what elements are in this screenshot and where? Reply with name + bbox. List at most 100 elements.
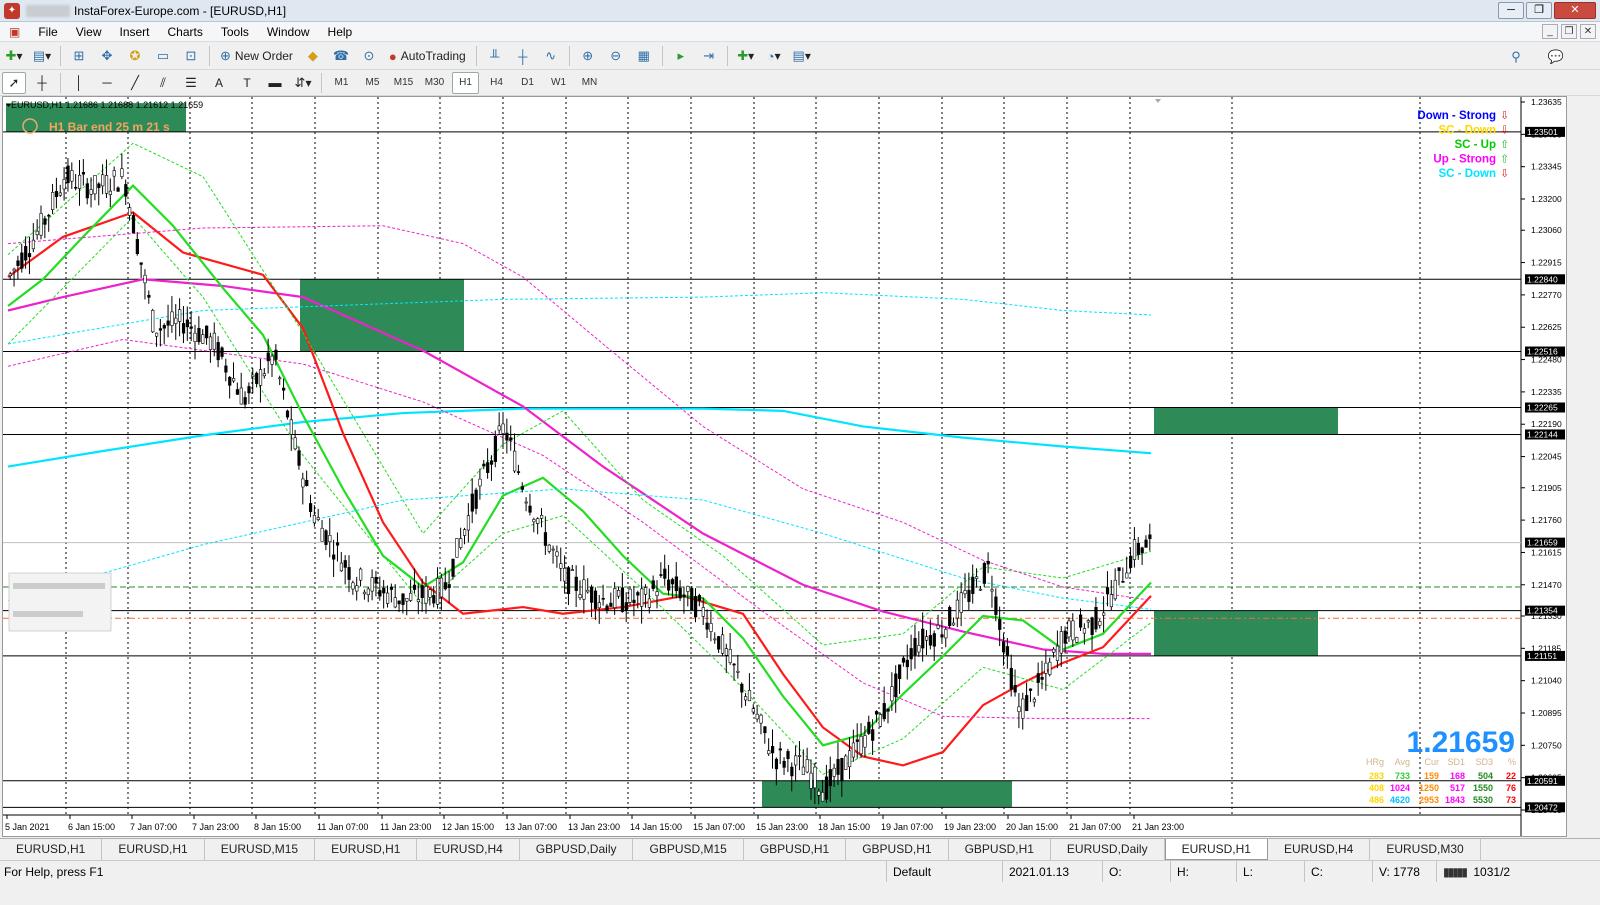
candle-body (747, 690, 752, 702)
candle-body (412, 584, 417, 590)
candle (1148, 523, 1152, 551)
chat-icon[interactable]: 💬 (1544, 46, 1568, 68)
timeframe-w1[interactable]: W1 (545, 72, 572, 94)
bar-chart-icon[interactable]: ╨ (483, 45, 507, 67)
candle-body (509, 437, 513, 441)
timeframe-h1[interactable]: H1 (452, 71, 479, 94)
arrows-icon[interactable]: ⇵ ▾ (291, 72, 315, 94)
trendline-icon[interactable]: ╱ (123, 72, 147, 94)
timeframe-h4[interactable]: H4 (483, 72, 510, 94)
restore-button[interactable]: ❐ (1526, 2, 1552, 19)
strategy-tester-icon[interactable]: ⊡ (179, 45, 203, 67)
chart-tab[interactable]: EURUSD,H1 (1164, 839, 1268, 860)
menu-charts[interactable]: Charts (159, 25, 212, 39)
rectangle-icon[interactable]: ▬ (263, 72, 287, 94)
menu-help[interactable]: Help (319, 25, 362, 39)
auto-scroll-icon[interactable]: ▸ (669, 45, 693, 67)
candlestick-icon[interactable]: ┼ (511, 45, 535, 67)
candle-body (1090, 617, 1094, 635)
cursor-icon[interactable]: ➚ (2, 71, 26, 94)
metaeditor-icon[interactable]: ◆ (301, 45, 325, 67)
menu-file[interactable]: File (29, 25, 66, 39)
profiles-icon[interactable]: ▤ ▾ (30, 45, 54, 67)
candle (682, 586, 686, 614)
candle-body (840, 758, 844, 781)
crosshair-icon[interactable]: ┼ (30, 72, 54, 94)
candle (489, 455, 494, 481)
chart-tab[interactable]: GBPUSD,H1 (744, 839, 847, 860)
candle-body (855, 739, 859, 742)
close-button[interactable]: ✕ (1554, 2, 1596, 19)
navigator-icon[interactable]: ✥ (95, 45, 119, 67)
timeframe-d1[interactable]: D1 (514, 72, 541, 94)
candle-body (851, 742, 856, 758)
candle-body (1055, 645, 1060, 661)
candle-body (955, 599, 959, 619)
timeframe-m1[interactable]: M1 (328, 72, 355, 94)
candle (971, 564, 975, 604)
chart-tab[interactable]: GBPUSD,Daily (520, 839, 634, 860)
minimize-button[interactable]: ─ (1498, 2, 1524, 19)
candle (143, 269, 147, 300)
timeframe-m5[interactable]: M5 (359, 72, 386, 94)
candle (690, 586, 694, 610)
text-icon[interactable]: A (207, 72, 231, 94)
new-order-button[interactable]: ⊕ New Order (216, 45, 297, 67)
terminal-icon[interactable]: ▭ (151, 45, 175, 67)
mdi-restore-button[interactable]: ❐ (1561, 24, 1577, 39)
text-label-icon[interactable]: T (235, 72, 259, 94)
periodicity-icon[interactable]: ◔ ▾ (762, 45, 786, 67)
vertical-line-icon[interactable]: │ (67, 72, 91, 94)
mdi-minimize-button[interactable]: _ (1542, 24, 1558, 39)
chart-tab[interactable]: EURUSD,H4 (1268, 839, 1371, 860)
candle-body (975, 576, 979, 579)
fibonacci-icon[interactable]: ☰ (179, 72, 203, 94)
chart-tab[interactable]: GBPUSD,H1 (846, 839, 949, 860)
timeframe-m15[interactable]: M15 (390, 72, 417, 94)
chart-tab[interactable]: EURUSD,H1 (315, 839, 418, 860)
app-menu-icon[interactable]: ▣ (0, 25, 29, 39)
search-icon[interactable]: ⚲ (1504, 46, 1528, 68)
new-chart-icon[interactable]: ✚ ▾ (2, 45, 26, 67)
market-watch-icon[interactable]: ⊞ (67, 45, 91, 67)
chart-tab[interactable]: GBPUSD,M15 (633, 839, 744, 860)
candle-body (986, 560, 990, 565)
line-chart-icon[interactable]: ∿ (539, 45, 563, 67)
options-icon[interactable]: ⊙ (357, 45, 381, 67)
tile-windows-icon[interactable]: ▦ (632, 45, 656, 67)
indicators-icon[interactable]: ✚ ▾ (734, 45, 758, 67)
chart-tab[interactable]: EURUSD,Daily (1051, 839, 1165, 860)
timeframe-m30[interactable]: M30 (421, 72, 448, 94)
chart-tab[interactable]: GBPUSD,H1 (949, 839, 1051, 860)
chart-tab[interactable]: EURUSD,H1 (0, 839, 103, 860)
zoom-out-icon[interactable]: ⊖ (604, 45, 628, 67)
price-label: 1.23635 (1531, 97, 1562, 107)
channel-icon[interactable]: ⫽ (151, 72, 175, 94)
candle (732, 662, 736, 681)
chart-shift-icon[interactable]: ⇥ (697, 45, 721, 67)
chart-tab[interactable]: EURUSD,H1 (102, 839, 205, 860)
templates-icon[interactable]: ▤ ▾ (790, 45, 814, 67)
legend-arrow-icon: ⇧ (1500, 138, 1509, 151)
horizontal-line-icon[interactable]: ─ (95, 72, 119, 94)
menu-view[interactable]: View (67, 25, 111, 39)
chart-window[interactable]: 5 Jan 2021 6 Jan 15:00 7 Jan 07:00 7 Jan 23… (2, 96, 1567, 837)
app-logo-icon: ✦ (4, 2, 20, 19)
candle-body (959, 592, 963, 613)
candle (12, 267, 16, 287)
candle-body (382, 587, 386, 594)
timeframe-mn[interactable]: MN (576, 72, 603, 94)
menu-window[interactable]: Window (258, 25, 319, 39)
candle (609, 592, 613, 607)
zoom-in-icon[interactable]: ⊕ (576, 45, 600, 67)
price-chart[interactable]: 5 Jan 2021 6 Jan 15:00 7 Jan 07:00 7 Jan 23… (3, 97, 1566, 836)
mdi-close-button[interactable]: ✕ (1580, 24, 1596, 39)
chart-tab[interactable]: EURUSD,M30 (1370, 839, 1481, 860)
signals-icon[interactable]: ☎ (329, 45, 353, 67)
menu-tools[interactable]: Tools (212, 25, 258, 39)
auto-trading-button[interactable]: ● AutoTrading (385, 45, 470, 67)
chart-tab[interactable]: EURUSD,H4 (417, 839, 520, 860)
chart-tab[interactable]: EURUSD,M15 (205, 839, 316, 860)
menu-insert[interactable]: Insert (110, 25, 158, 39)
data-window-icon[interactable]: ✪ (123, 45, 147, 67)
